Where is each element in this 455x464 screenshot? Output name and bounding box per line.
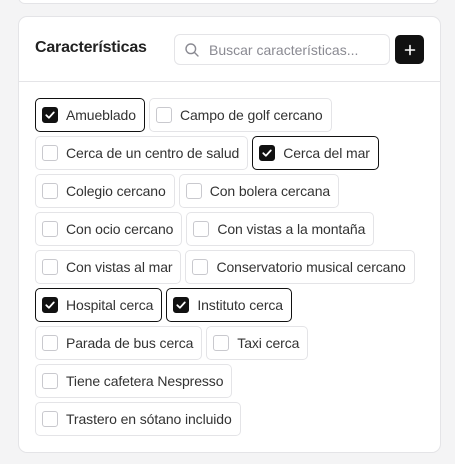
feature-chip[interactable]: Cerca de un centro de salud [35,136,249,170]
checkmark-icon [45,111,55,119]
previous-card-edge [18,0,439,4]
card-title: Características [35,39,147,56]
feature-chip-label: Colegio cercano [66,183,166,199]
feature-chip[interactable]: Taxi cerca [206,326,309,360]
feature-chip-label: Amueblado [66,107,136,123]
feature-chip-label: Cerca del mar [283,145,370,161]
checkbox-unchecked[interactable] [42,183,58,199]
tag-row: Trastero en sótano incluido [35,402,430,436]
feature-chip-label: Con bolera cercana [209,183,331,199]
feature-chip-label: Tiene cafetera Nespresso [66,373,224,389]
search-icon [185,43,199,57]
checkbox-checked[interactable] [173,297,190,313]
tag-row: Parada de bus cerca Taxi cerca [35,326,430,360]
checkbox-unchecked[interactable] [42,145,58,161]
feature-chip[interactable]: Tiene cafetera Nespresso [35,364,233,398]
feature-chip[interactable]: Con ocio cercano [35,212,183,246]
feature-chip-label: Con vistas a la montaña [217,221,366,237]
checkbox-unchecked[interactable] [213,335,230,351]
feature-chip-label: Con vistas al mar [66,259,173,275]
checkbox-unchecked[interactable] [42,411,58,427]
checkbox-unchecked[interactable] [155,107,172,123]
checkbox-unchecked[interactable] [193,221,210,237]
feature-chip[interactable]: Colegio cercano [35,174,175,208]
feature-chip-label: Cerca de un centro de salud [66,145,240,161]
checkbox-checked[interactable] [42,297,58,313]
tag-row: Hospital cerca Instituto cerca [35,288,430,322]
feature-chip-label: Instituto cerca [197,297,283,313]
features-card: Características Amueblado Campo de golf c… [18,16,441,453]
checkbox-unchecked[interactable] [42,259,58,275]
search-box [174,34,390,65]
checkbox-unchecked[interactable] [42,221,58,237]
plus-icon [404,44,415,55]
feature-tags: Amueblado Campo de golf cercano Cerca de u… [35,98,430,440]
feature-chip-label: Taxi cerca [237,335,300,351]
feature-chip-label: Con ocio cercano [66,221,174,237]
checkbox-unchecked[interactable] [185,183,202,199]
tag-row: Con ocio cercano Con vistas a la montaña [35,212,430,246]
add-feature-button[interactable] [395,35,424,64]
checkmark-icon [45,301,55,309]
feature-chip-label: Conservatorio musical cercano [216,259,406,275]
feature-chip-label: Trastero en sótano incluido [66,411,232,427]
feature-chip[interactable]: Amueblado [35,98,145,132]
card-header: Características [19,17,440,82]
feature-chip[interactable]: Hospital cerca [35,288,163,322]
tag-row: Amueblado Campo de golf cercano [35,98,430,132]
feature-chip[interactable]: Parada de bus cerca [35,326,203,360]
tag-row: Tiene cafetera Nespresso [35,364,430,398]
tag-row: Colegio cercano Con bolera cercana [35,174,430,208]
feature-chip[interactable]: Conservatorio musical cercano [185,250,415,284]
checkmark-icon [176,301,187,309]
tag-row: Cerca de un centro de salud Cerca del mar [35,136,430,170]
checkbox-checked[interactable] [259,145,276,161]
feature-chip-label: Parada de bus cerca [66,335,194,351]
feature-chip[interactable]: Con vistas al mar [35,250,182,284]
feature-chip[interactable]: Campo de golf cercano [148,98,332,132]
checkbox-unchecked[interactable] [42,373,58,389]
checkbox-unchecked[interactable] [42,335,58,351]
search-input[interactable] [209,35,385,64]
checkmark-icon [262,149,272,157]
tag-row: Con vistas al mar Conservatorio musical c… [35,250,430,284]
feature-chip[interactable]: Con vistas a la montaña [186,212,375,246]
feature-chip[interactable]: Trastero en sótano incluido [35,402,241,436]
feature-chip[interactable]: Con bolera cercana [178,174,340,208]
checkbox-checked[interactable] [42,107,58,123]
feature-chip[interactable]: Cerca del mar [252,136,379,170]
checkbox-unchecked[interactable] [192,259,209,275]
feature-chip[interactable]: Instituto cerca [166,288,292,322]
feature-chip-label: Campo de golf cercano [179,107,323,123]
feature-chip-label: Hospital cerca [66,297,154,313]
